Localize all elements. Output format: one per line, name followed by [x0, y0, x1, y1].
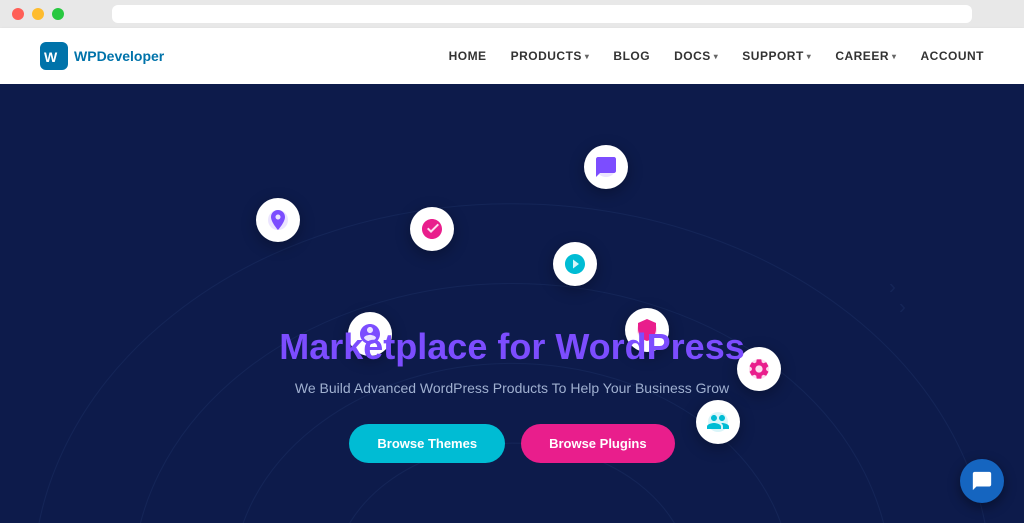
hero-subtitle: We Build Advanced WordPress Products To …	[279, 380, 745, 396]
hero-section: › ›	[0, 84, 1024, 523]
navbar: W WPDeveloper HOME PRODUCTS▾ BLOG DOCS▾ …	[0, 28, 1024, 84]
chat-icon	[971, 470, 993, 492]
nav-item-account[interactable]: ACCOUNT	[921, 49, 985, 63]
float-icon-1	[410, 207, 454, 251]
chevron-down-icon: ▾	[585, 52, 590, 61]
nav-item-blog[interactable]: BLOG	[613, 49, 650, 63]
hero-title-highlight: WordPress	[555, 326, 744, 367]
chevron-down-icon: ▾	[892, 52, 897, 61]
float-icon-3	[553, 242, 597, 286]
nav-menu: HOME PRODUCTS▾ BLOG DOCS▾ SUPPORT▾ CAREE…	[449, 49, 984, 63]
nav-link-products[interactable]: PRODUCTS▾	[511, 49, 590, 63]
logo-icon: W	[40, 42, 68, 70]
hero-title-plain: Marketplace for	[279, 326, 555, 367]
chevron-down-icon: ▾	[807, 52, 812, 61]
nav-link-home[interactable]: HOME	[449, 49, 487, 63]
minimize-button[interactable]	[32, 8, 44, 20]
maximize-button[interactable]	[52, 8, 64, 20]
nav-link-career[interactable]: CAREER▾	[835, 49, 896, 63]
logo-text: WPDeveloper	[74, 48, 164, 64]
hero-title: Marketplace for WordPress	[279, 326, 745, 368]
browse-plugins-button[interactable]: Browse Plugins	[521, 424, 675, 463]
chat-button[interactable]	[960, 459, 1004, 503]
nav-item-products[interactable]: PRODUCTS▾	[511, 49, 590, 63]
float-icon-4	[256, 198, 300, 242]
nav-item-support[interactable]: SUPPORT▾	[742, 49, 811, 63]
nav-item-home[interactable]: HOME	[449, 49, 487, 63]
hero-buttons: Browse Themes Browse Plugins	[279, 424, 745, 463]
chevron-down-icon: ▾	[714, 52, 719, 61]
hero-content: Marketplace for WordPress We Build Advan…	[279, 326, 745, 463]
nav-item-docs[interactable]: DOCS▾	[674, 49, 718, 63]
nav-link-account[interactable]: ACCOUNT	[921, 49, 985, 63]
window-chrome	[0, 0, 1024, 28]
nav-link-docs[interactable]: DOCS▾	[674, 49, 718, 63]
address-bar[interactable]	[112, 5, 972, 23]
nav-link-support[interactable]: SUPPORT▾	[742, 49, 811, 63]
logo[interactable]: W WPDeveloper	[40, 42, 164, 70]
browse-themes-button[interactable]: Browse Themes	[349, 424, 505, 463]
close-button[interactable]	[12, 8, 24, 20]
nav-item-career[interactable]: CAREER▾	[835, 49, 896, 63]
nav-link-blog[interactable]: BLOG	[613, 49, 650, 63]
svg-text:W: W	[44, 49, 58, 65]
float-icon-2	[584, 145, 628, 189]
